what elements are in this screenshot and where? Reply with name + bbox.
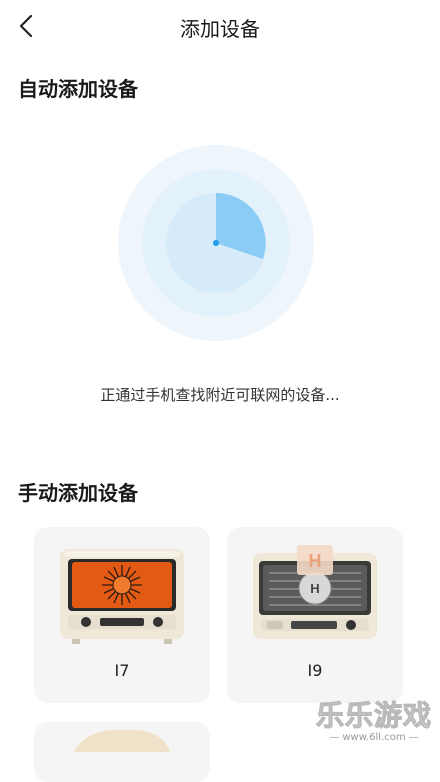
oven-icon <box>74 729 170 752</box>
device-card-3[interactable] <box>34 722 210 782</box>
device-label: I7 <box>114 661 130 680</box>
svg-text:H: H <box>310 581 319 596</box>
oven-i9-icon: H H <box>253 545 377 639</box>
radar-center-dot <box>213 240 219 246</box>
svg-text:H: H <box>309 551 322 571</box>
watermark: 乐乐游戏 — www.6ll.com — <box>314 699 434 746</box>
watermark-main: 乐乐游戏 <box>315 699 432 732</box>
oven-i7-icon <box>60 549 184 644</box>
auto-add-section-title: 自动添加设备 <box>18 77 138 101</box>
radar-scan-icon <box>118 145 314 341</box>
device-label: I9 <box>307 661 323 680</box>
device-card-i9[interactable]: H H I9 <box>227 527 403 703</box>
scan-status-text: 正通过手机查找附近可联网的设备... <box>100 386 340 404</box>
manual-add-section-title: 手动添加设备 <box>18 481 138 505</box>
top-nav-bar: 添加设备 <box>0 0 440 52</box>
watermark-sub: — www.6ll.com — <box>329 732 419 743</box>
page-title: 添加设备 <box>180 17 260 41</box>
device-card-i7[interactable]: I7 <box>34 527 210 703</box>
